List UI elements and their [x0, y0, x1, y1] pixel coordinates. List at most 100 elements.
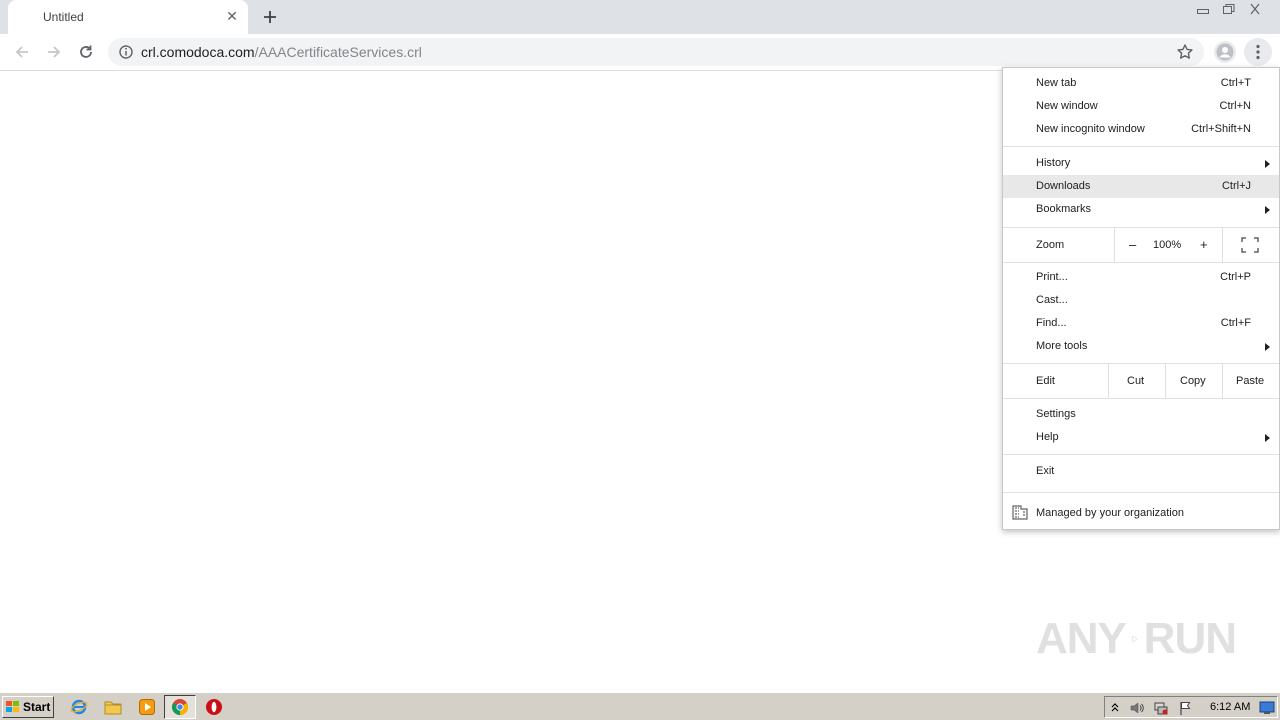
menu-divider — [1222, 228, 1223, 262]
show-desktop-icon[interactable] — [1259, 701, 1275, 715]
menu-item-help[interactable]: Help — [1003, 426, 1279, 449]
back-button[interactable] — [10, 40, 34, 64]
menu-item-shortcut: Ctrl+T — [1220, 77, 1251, 89]
taskbar-chrome-active[interactable] — [164, 695, 196, 719]
menu-item-find[interactable]: Find... Ctrl+F — [1003, 312, 1279, 335]
taskbar-clock[interactable]: 6:12 AM — [1210, 701, 1250, 713]
close-icon — [1250, 3, 1260, 15]
menu-item-label: New tab — [1036, 77, 1077, 89]
reload-icon — [80, 45, 92, 58]
chrome-menu-button[interactable] — [1244, 38, 1272, 66]
info-icon[interactable] — [118, 44, 134, 60]
paste-button[interactable]: Paste — [1236, 375, 1264, 387]
menu-item-label: Find... — [1036, 317, 1067, 329]
bookmark-star-icon[interactable] — [1176, 43, 1194, 61]
url-text[interactable]: crl.comodoca.com/AAACertificateServices.… — [141, 44, 422, 60]
folder-icon[interactable] — [104, 698, 122, 716]
menu-item-label: New incognito window — [1036, 123, 1145, 135]
cut-button[interactable]: Cut — [1127, 375, 1144, 387]
menu-item-label: History — [1036, 157, 1071, 169]
menu-item-print[interactable]: Print... Ctrl+P — [1003, 266, 1279, 289]
volume-icon[interactable] — [1129, 700, 1145, 716]
profile-avatar-button[interactable] — [1214, 41, 1236, 63]
tab-untitled[interactable]: Untitled ✕ — [8, 0, 248, 34]
plus-icon — [264, 11, 276, 23]
submenu-arrow-icon — [1265, 206, 1270, 214]
menu-item-bookmarks[interactable]: Bookmarks — [1003, 198, 1279, 221]
menu-item-label: Help — [1036, 431, 1059, 443]
tab-title: Untitled — [43, 10, 84, 24]
more-vert-icon — [1256, 44, 1260, 60]
browser-window: Untitled ✕ crl.comodoca.com/AAACertifica… — [0, 0, 1280, 692]
menu-divider — [1108, 364, 1109, 398]
minimize-icon — [1197, 9, 1209, 14]
menu-zoom-row: Zoom – 100% + — [1003, 228, 1279, 262]
menu-divider — [1165, 364, 1166, 398]
menu-item-more-tools[interactable]: More tools — [1003, 335, 1279, 358]
forward-arrow-icon — [48, 46, 61, 58]
reload-button[interactable] — [74, 40, 98, 64]
action-center-flag-icon[interactable] — [1178, 700, 1194, 716]
menu-item-label: Cast... — [1036, 294, 1068, 306]
chevron-up-icon[interactable] — [1110, 701, 1120, 713]
browser-toolbar: crl.comodoca.com/AAACertificateServices.… — [0, 34, 1280, 71]
internet-explorer-icon[interactable] — [70, 698, 88, 716]
menu-item-managed[interactable]: Managed by your organization — [1003, 497, 1279, 529]
menu-separator — [1003, 454, 1279, 455]
menu-item-label: Bookmarks — [1036, 203, 1092, 215]
network-icon[interactable] — [1153, 700, 1169, 716]
media-player-icon[interactable] — [138, 698, 156, 716]
zoom-in-button[interactable]: + — [1200, 237, 1208, 252]
menu-item-label: Print... — [1036, 271, 1068, 283]
play-logo-icon — [1132, 635, 1138, 643]
anyrun-watermark: ANY RUN — [1036, 606, 1237, 672]
windows-taskbar: Start 6:12 AM — [0, 692, 1280, 720]
zoom-out-button[interactable]: – — [1129, 237, 1136, 252]
menu-item-settings[interactable]: Settings — [1003, 403, 1279, 426]
menu-item-label: New window — [1036, 100, 1098, 112]
copy-button[interactable]: Copy — [1180, 375, 1206, 387]
menu-item-downloads[interactable]: Downloads Ctrl+J — [1003, 175, 1279, 198]
address-bar[interactable]: crl.comodoca.com/AAACertificateServices.… — [108, 38, 1204, 66]
building-icon — [1012, 505, 1028, 520]
menu-divider — [1114, 228, 1115, 262]
chrome-app-menu: New tab Ctrl+T New window Ctrl+N New inc… — [1002, 67, 1280, 530]
chrome-icon — [172, 699, 188, 715]
back-arrow-icon — [15, 46, 28, 58]
watermark-left: ANY — [1036, 614, 1127, 663]
new-tab-button[interactable] — [258, 6, 282, 28]
forward-button[interactable] — [42, 40, 66, 64]
menu-separator — [1003, 492, 1279, 493]
menu-item-new-incognito-window[interactable]: New incognito window Ctrl+Shift+N — [1003, 118, 1279, 141]
menu-item-shortcut: Ctrl+J — [1221, 180, 1251, 192]
menu-item-label: Exit — [1036, 465, 1055, 477]
restore-button[interactable] — [1216, 0, 1242, 18]
menu-item-history[interactable]: History — [1003, 152, 1279, 175]
close-window-button[interactable] — [1242, 0, 1268, 18]
fullscreen-icon[interactable] — [1241, 237, 1259, 253]
menu-item-shortcut: Ctrl+P — [1220, 271, 1251, 283]
menu-item-exit[interactable]: Exit — [1003, 460, 1279, 483]
tab-strip: Untitled ✕ — [0, 0, 1280, 34]
menu-separator — [1003, 398, 1279, 399]
menu-item-label: Settings — [1036, 408, 1076, 420]
zoom-label: Zoom — [1036, 239, 1065, 251]
start-button[interactable]: Start — [2, 696, 54, 718]
windows-logo-icon — [6, 701, 19, 712]
person-icon — [1216, 43, 1234, 61]
watermark-right: RUN — [1143, 614, 1237, 663]
menu-divider — [1222, 364, 1223, 398]
opera-icon[interactable] — [205, 698, 223, 716]
managed-label: Managed by your organization — [1036, 507, 1184, 519]
submenu-arrow-icon — [1265, 343, 1270, 351]
menu-separator — [1003, 146, 1279, 147]
tab-close-icon[interactable]: ✕ — [224, 8, 240, 24]
system-tray: 6:12 AM — [1104, 696, 1278, 718]
menu-item-cast[interactable]: Cast... — [1003, 289, 1279, 312]
menu-item-shortcut: Ctrl+Shift+N — [1191, 123, 1251, 135]
menu-item-new-window[interactable]: New window Ctrl+N — [1003, 95, 1279, 118]
minimize-button[interactable] — [1190, 0, 1216, 18]
url-path: /AAACertificateServices.crl — [254, 44, 422, 60]
menu-item-new-tab[interactable]: New tab Ctrl+T — [1003, 72, 1279, 95]
submenu-arrow-icon — [1265, 434, 1270, 442]
